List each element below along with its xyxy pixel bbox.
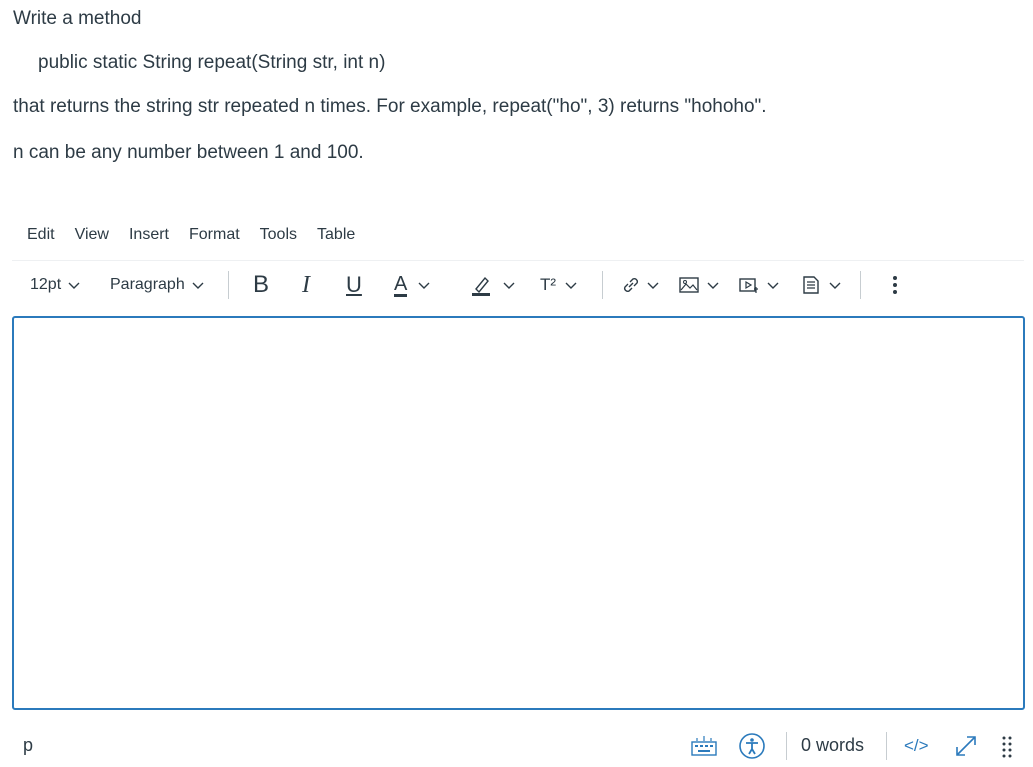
highlighter-icon <box>472 276 490 296</box>
image-button[interactable] <box>678 262 720 308</box>
chevron-down-icon <box>767 282 779 289</box>
word-count[interactable]: 0 words <box>801 724 864 767</box>
link-icon <box>624 278 638 292</box>
chevron-down-icon <box>829 282 841 289</box>
html-editor-toggle[interactable]: </> <box>904 724 929 767</box>
more-toolbar-button[interactable] <box>884 262 906 308</box>
chevron-down-icon <box>503 282 515 289</box>
font-size-select[interactable]: 12pt <box>30 262 81 308</box>
menu-table[interactable]: Table <box>317 226 355 244</box>
toolbar-separator <box>602 271 603 299</box>
editor-toolbar: 12pt Paragraph B I U A T² <box>12 262 1024 308</box>
menubar-divider <box>12 260 1024 261</box>
image-icon <box>679 277 699 293</box>
statusbar-separator <box>886 732 887 760</box>
menu-edit[interactable]: Edit <box>27 226 55 244</box>
italic-button[interactable]: I <box>302 262 310 308</box>
highlight-color-button[interactable] <box>470 262 516 308</box>
menu-format[interactable]: Format <box>189 226 240 244</box>
fullscreen-button[interactable] <box>953 724 979 767</box>
bold-button[interactable]: B <box>253 262 269 308</box>
media-button[interactable] <box>738 262 780 308</box>
link-button[interactable] <box>620 262 660 308</box>
keyboard-icon <box>691 735 717 756</box>
underline-button[interactable]: U <box>346 262 362 308</box>
question-line-1: Write a method <box>13 8 142 29</box>
font-size-value: 12pt <box>30 276 62 293</box>
menu-tools[interactable]: Tools <box>260 226 297 244</box>
document-button[interactable] <box>800 262 842 308</box>
chevron-down-icon <box>565 282 577 289</box>
element-path[interactable]: p <box>23 724 33 767</box>
menu-view[interactable]: View <box>75 226 109 244</box>
toolbar-separator <box>228 271 229 299</box>
question-line-4: n can be any number between 1 and 100. <box>13 142 364 163</box>
fullscreen-icon <box>956 735 976 756</box>
chevron-down-icon <box>68 282 80 289</box>
chevron-down-icon <box>707 282 719 289</box>
superscript-button[interactable]: T² <box>540 262 578 308</box>
text-color-label: A <box>394 272 408 297</box>
document-icon <box>803 276 819 294</box>
bold-label: B <box>253 271 270 298</box>
statusbar-separator <box>786 732 787 760</box>
toolbar-separator <box>860 271 861 299</box>
keyboard-shortcuts-button[interactable] <box>690 724 718 767</box>
rich-text-editor-area[interactable] <box>12 316 1025 710</box>
italic-label: I <box>302 271 310 298</box>
block-format-select[interactable]: Paragraph <box>110 262 205 308</box>
superscript-label: T² <box>540 275 557 294</box>
chevron-down-icon <box>418 282 430 289</box>
chevron-down-icon <box>192 282 204 289</box>
media-icon <box>739 278 758 293</box>
accessibility-icon <box>739 732 765 759</box>
chevron-down-icon <box>647 282 659 289</box>
resize-grip-icon <box>1002 736 1012 757</box>
text-color-button[interactable]: A <box>394 262 431 308</box>
editor-menubar: Edit View Insert Format Tools Table <box>27 226 375 244</box>
block-format-value: Paragraph <box>110 276 185 293</box>
underline-label: U <box>346 272 362 297</box>
more-vertical-icon <box>893 276 897 294</box>
editor-statusbar: p 0 words </> <box>0 724 1033 767</box>
question-line-3: that returns the string str repeated n t… <box>13 96 767 117</box>
resize-handle[interactable] <box>1000 724 1014 767</box>
accessibility-checker-button[interactable] <box>738 724 766 767</box>
question-method-signature: public static String repeat(String str, … <box>38 52 386 73</box>
menu-insert[interactable]: Insert <box>129 226 169 244</box>
